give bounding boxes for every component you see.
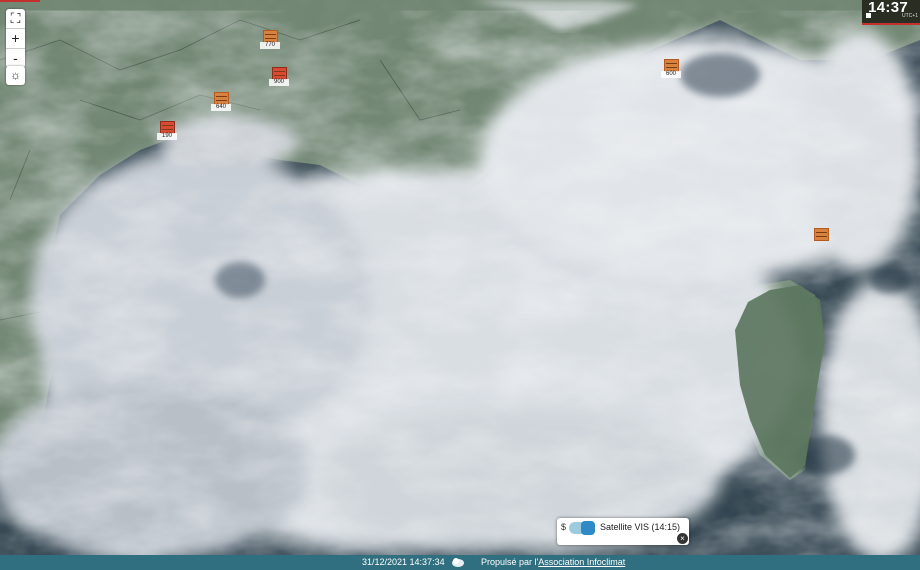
station-marker[interactable] [814,228,829,241]
zoom-in-button[interactable]: + [6,29,25,49]
station-value: 600 [661,71,681,78]
station-marker[interactable]: 190 [157,121,177,140]
station-value: 900 [269,79,289,86]
station-marker[interactable]: 900 [269,67,289,86]
station-value: 770 [260,42,280,49]
close-icon[interactable]: × [677,533,688,544]
footer-timestamp: 31/12/2021 14:37:34 [362,557,445,567]
footer-bar: 31/12/2021 14:37:34 Propulsé par l'Assoc… [0,555,920,570]
powered-by: Propulsé par l'Association Infoclimat [481,557,625,567]
infoclimat-link[interactable]: Association Infoclimat [538,557,625,567]
dollar-icon: $ [561,522,567,532]
fullscreen-icon[interactable]: ⛶ [6,9,25,29]
infoclimat-logo-icon [452,558,464,567]
clock-timezone: UTC+1 [902,13,918,19]
top-accent-bar [0,0,40,2]
layer-legend: $ Satellite VIS (14:15) × [557,518,689,545]
layer-label: Satellite VIS (14:15) [600,522,681,532]
map-canvas [0,0,920,555]
satellite-map[interactable]: 770 900 640 190 600 ⛶ + - ☼ 14:37 UTC+1 … [0,0,920,555]
station-icon [814,228,829,241]
clock-widget[interactable]: 14:37 UTC+1 [862,0,920,25]
layer-toggle[interactable] [569,521,595,535]
station-marker[interactable]: 600 [661,59,681,78]
zoom-control: ⛶ + - [6,9,25,68]
station-value: 190 [157,133,177,140]
station-value: 640 [211,104,231,111]
station-marker[interactable]: 640 [211,92,231,111]
powered-prefix: Propulsé par l' [481,557,539,567]
station-marker[interactable]: 770 [260,30,280,49]
brightness-icon[interactable]: ☼ [6,66,25,85]
